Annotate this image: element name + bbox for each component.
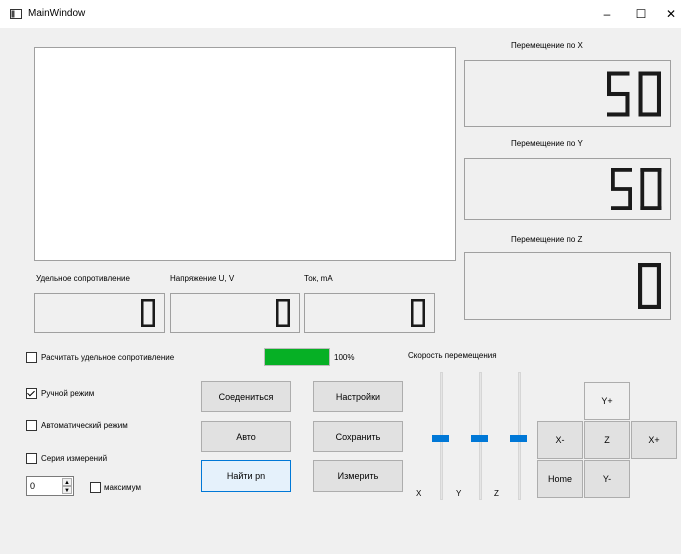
current-label: Ток, mA (304, 274, 333, 283)
slider-x-thumb[interactable] (432, 435, 449, 442)
lcd-segment (276, 313, 279, 327)
lcd-segment (141, 299, 144, 313)
manual-mode-label: Ручной режим (41, 389, 95, 398)
spinbox-value: 0 (30, 481, 36, 491)
speed-label: Скорость перемещения (408, 351, 497, 360)
lcd-segment (607, 111, 630, 116)
lcd-segment (638, 71, 643, 94)
calc-resistivity-label: Расчитать удельное сопротивление (41, 353, 175, 362)
lcd-segment (640, 189, 644, 210)
voltage-label: Напряжение U, V (170, 274, 235, 283)
lcd-segment (287, 299, 290, 313)
move-y-display (464, 158, 671, 220)
home-button[interactable]: Home (537, 460, 583, 498)
maximum-checkbox[interactable] (90, 482, 101, 493)
maximize-button[interactable]: ☐ (626, 6, 656, 22)
series-count-spinbox[interactable]: 0 ▲ ▼ (26, 476, 74, 496)
lcd-segment (657, 168, 662, 189)
resistivity-display (34, 293, 165, 333)
lcd-segment (607, 71, 612, 94)
x-plus-button[interactable]: X+ (631, 421, 677, 459)
spin-down-arrow[interactable]: ▼ (62, 486, 72, 494)
measure-button[interactable]: Измерить (313, 460, 403, 492)
title-bar (0, 0, 681, 28)
series-label: Серия измерений (41, 454, 108, 463)
auto-button[interactable]: Авто (201, 421, 291, 452)
connect-button[interactable]: Соедениться (201, 381, 291, 412)
progress-text: 100% (334, 353, 355, 362)
progress-bar (264, 348, 330, 366)
window-title: MainWindow (28, 8, 86, 19)
current-value (411, 299, 425, 327)
move-z-value (638, 263, 661, 309)
move-y-value (610, 168, 662, 210)
x-minus-button[interactable]: X- (537, 421, 583, 459)
graph-area (34, 47, 456, 261)
z-button[interactable]: Z (584, 421, 630, 459)
y-plus-button[interactable]: Y+ (584, 382, 630, 420)
lcd-segment (152, 299, 155, 313)
series-checkbox[interactable] (26, 453, 37, 464)
auto-mode-label: Автоматический режим (41, 421, 128, 430)
resistivity-label: Удельное сопротивление (36, 274, 130, 283)
save-button[interactable]: Сохранить (313, 421, 403, 452)
spin-up-arrow[interactable]: ▲ (62, 478, 72, 486)
lcd-segment (411, 313, 414, 327)
lcd-segment (610, 206, 632, 210)
slider-z-label: Z (494, 489, 499, 498)
slider-x-label: X (416, 489, 422, 498)
slider-z-thumb[interactable] (510, 435, 527, 442)
lcd-segment (656, 263, 661, 286)
move-x-display (464, 60, 671, 127)
manual-mode-checkbox[interactable] (26, 388, 37, 399)
lcd-segment (640, 168, 644, 189)
move-z-display (464, 252, 671, 320)
slider-y-thumb[interactable] (471, 435, 488, 442)
settings-button[interactable]: Настройки (313, 381, 403, 412)
resistivity-value (141, 299, 155, 327)
auto-mode-checkbox[interactable] (26, 420, 37, 431)
slider-y-label: Y (456, 489, 462, 498)
close-button[interactable]: ✕ (656, 6, 681, 22)
y-minus-button[interactable]: Y- (584, 460, 630, 498)
move-x-label: Перемещение по X (511, 41, 583, 50)
current-display (304, 293, 435, 333)
lcd-segment (141, 313, 144, 327)
lcd-segment (638, 263, 643, 286)
lcd-segment (610, 168, 615, 189)
lcd-segment (422, 299, 425, 313)
progress-fill (265, 349, 329, 365)
lcd-segment (638, 93, 643, 116)
lcd-segment (638, 286, 643, 309)
app-icon (10, 9, 22, 19)
move-z-label: Перемещение по Z (511, 235, 583, 244)
voltage-display (170, 293, 300, 333)
lcd-segment (411, 299, 414, 313)
move-y-label: Перемещение по Y (511, 139, 583, 148)
calc-resistivity-checkbox[interactable] (26, 352, 37, 363)
move-x-value (607, 71, 661, 116)
maximum-label: максимум (104, 483, 142, 492)
minimize-button[interactable]: – (592, 6, 622, 22)
voltage-value (276, 299, 290, 327)
lcd-segment (276, 299, 279, 313)
lcd-segment (656, 71, 661, 94)
find-pn-button[interactable]: Найти pn (201, 460, 291, 492)
